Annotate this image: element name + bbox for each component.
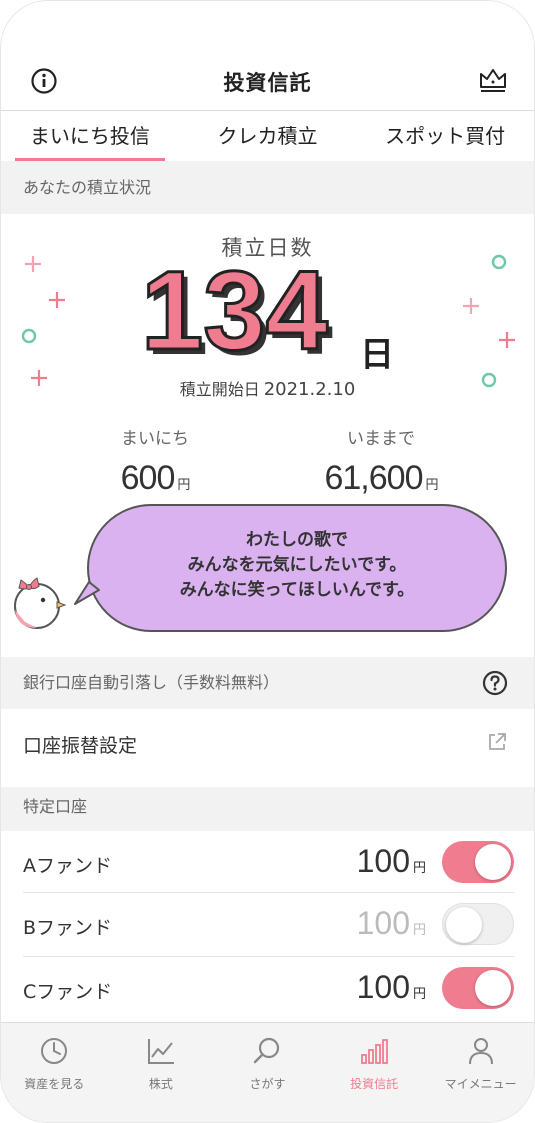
total-amount-value: 61,600	[324, 459, 423, 497]
fund-row-b: Bファンド 100 円	[1, 893, 534, 957]
currency-unit: 円	[425, 477, 438, 492]
tab-spot-kaitsuke[interactable]: スポット買付	[356, 111, 534, 161]
fund-c-toggle[interactable]	[442, 967, 514, 1009]
bird-mascot-icon	[14, 577, 67, 629]
crown-icon[interactable]	[478, 65, 508, 95]
toggle-knob	[475, 970, 511, 1006]
message-line: みんなに笑ってほしいんです。	[179, 580, 415, 600]
external-link-icon	[489, 733, 506, 750]
message-line: わたしの歌で	[246, 530, 348, 550]
header-bar: 投資信託	[1, 1, 534, 111]
nav-label: 資産を見る	[24, 1077, 85, 1091]
fund-amount-unit: 円	[412, 986, 426, 1001]
message-line: みんなを元気にしたいです。	[187, 555, 407, 575]
tab-kureka-tsumitate[interactable]: クレカ積立	[179, 111, 357, 161]
person-icon	[468, 1038, 493, 1065]
message-text: わたしの歌で みんなを元気にしたいです。 みんなに笑ってほしいんです。	[89, 528, 505, 603]
total-amount-block: いままで 61,600 円	[281, 424, 481, 498]
fund-row-c: Cファンド 100 円	[1, 957, 534, 1023]
fund-amount: 100 円	[357, 843, 426, 880]
fund-amount-value: 100	[356, 905, 410, 941]
line-chart-icon	[147, 1039, 174, 1064]
bank-section-label: 銀行口座自動引落し（手数料無料）	[23, 673, 280, 692]
question-icon[interactable]	[482, 670, 508, 696]
nav-item-search[interactable]: さがす	[214, 1023, 321, 1122]
nav-label: 株式	[148, 1077, 173, 1091]
total-amount-value-row: 61,600 円	[281, 459, 481, 498]
nav-item-investment-trust[interactable]: 投資信託	[321, 1023, 428, 1122]
tab-mainichi-toshin[interactable]: まいにち投信	[1, 111, 179, 161]
account-transfer-setting-label: 口座振替設定	[23, 735, 138, 757]
currency-unit: 円	[177, 477, 190, 492]
fund-b-toggle[interactable]	[442, 903, 514, 945]
start-date-label: 積立開始日	[179, 380, 260, 399]
page-title: 投資信託	[223, 71, 312, 95]
fund-amount-unit: 円	[412, 922, 426, 937]
nav-label: マイメニュー	[444, 1077, 517, 1091]
bar-chart-icon	[361, 1039, 388, 1064]
fund-amount-value: 100	[356, 843, 410, 879]
fund-row-a: Aファンド 100 円	[1, 831, 534, 893]
days-count-graphic: 134 134 日	[139, 247, 394, 379]
fund-name: Aファンド	[23, 855, 112, 877]
daily-amount-label: まいにち	[121, 429, 189, 449]
pie-clock-icon	[41, 1038, 68, 1064]
fund-name: Cファンド	[23, 981, 113, 1003]
fund-amount-value: 100	[356, 969, 410, 1005]
days-unit: 日	[360, 335, 394, 374]
specific-account-section-header: 特定口座	[1, 787, 534, 831]
toggle-knob	[475, 844, 511, 880]
daily-amount-value: 600	[120, 459, 176, 497]
daily-amount-value-row: 600 円	[55, 459, 255, 498]
start-date-value: 2021.2.10	[263, 379, 356, 400]
accumulation-section-header: あなたの積立状況	[1, 161, 534, 214]
fund-name: Bファンド	[23, 917, 113, 939]
start-date-row: 積立開始日 2021.2.10	[1, 376, 534, 400]
fund-a-toggle[interactable]	[442, 841, 514, 883]
days-count-value: 134	[141, 254, 328, 373]
total-amount-label: いままで	[347, 429, 415, 449]
accumulation-card: 積立日数 134 134 日 積立開始日 2021.2.10 まいにち 600 円 …	[1, 214, 534, 634]
bank-section-header: 銀行口座自動引落し（手数料無料）	[1, 657, 534, 709]
fund-amount: 100 円	[357, 969, 426, 1006]
search-icon	[254, 1037, 280, 1064]
nav-item-assets[interactable]: 資産を見る	[1, 1023, 108, 1122]
nav-label: さがす	[249, 1077, 286, 1091]
daily-amount-block: まいにち 600 円	[55, 424, 255, 498]
accumulation-days-display: 134 134 日	[1, 247, 534, 379]
account-transfer-setting-row[interactable]: 口座振替設定	[1, 709, 534, 787]
bottom-navigation: 資産を見る 株式 さがす 投資信託 マイメニュー	[1, 1022, 534, 1122]
nav-item-stocks[interactable]: 株式	[108, 1023, 215, 1122]
fund-amount-unit: 円	[412, 860, 426, 875]
nav-label: 投資信託	[350, 1077, 399, 1091]
message-bubble: わたしの歌で みんなを元気にしたいです。 みんなに笑ってほしいんです。	[87, 504, 507, 632]
app-screen: 投資信託 まいにち投信 クレカ積立 スポット買付 あなたの積立状況 積立日数 1…	[0, 0, 535, 1123]
toggle-knob	[446, 907, 482, 943]
fund-amount: 100 円	[357, 905, 426, 942]
nav-item-my-menu[interactable]: マイメニュー	[427, 1023, 534, 1122]
tab-bar: まいにち投信 クレカ積立 スポット買付	[1, 111, 534, 161]
bubble-tail	[74, 581, 100, 605]
